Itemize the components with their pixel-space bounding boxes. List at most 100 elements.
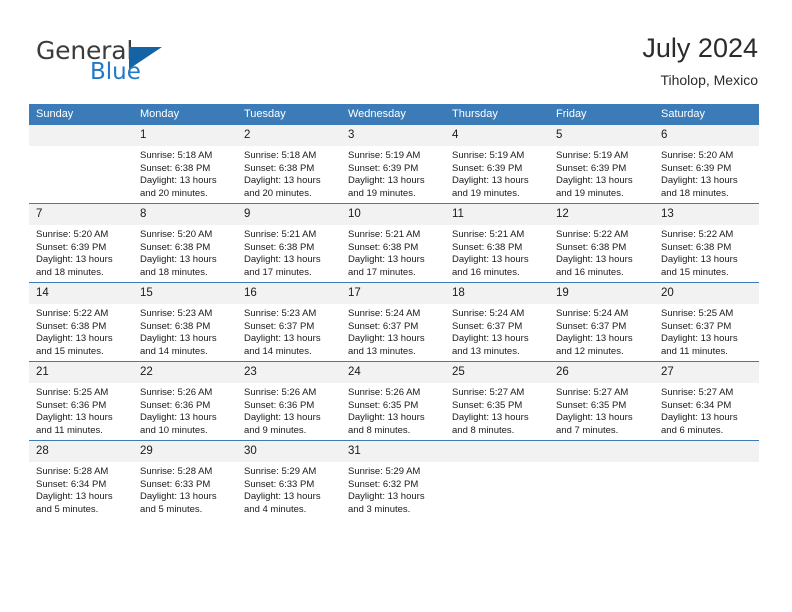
calendar-day-cell[interactable]: 2 Sunrise: 5:18 AM Sunset: 6:38 PM Daylight…	[237, 125, 341, 204]
day-detail-line: Sunset: 6:39 PM	[661, 162, 732, 174]
calendar-day-cell[interactable]: 6 Sunrise: 5:20 AM Sunset: 6:39 PM Daylight…	[654, 125, 759, 204]
day-details: Sunrise: 5:24 AM Sunset: 6:37 PM Daylight:…	[549, 304, 654, 358]
calendar-day-cell[interactable]: 7 Sunrise: 5:20 AM Sunset: 6:39 PM Daylight…	[29, 203, 133, 283]
day-details: Sunrise: 5:26 AM Sunset: 6:36 PM Daylight:…	[133, 383, 237, 437]
calendar-day-cell[interactable]: 17 Sunrise: 5:24 AM Sunset: 6:37 PM Dayligh…	[341, 282, 445, 362]
day-detail-line: and 13 minutes.	[348, 345, 416, 357]
day-number: 9	[237, 204, 341, 225]
calendar-day-cell[interactable]: 13 Sunrise: 5:22 AM Sunset: 6:38 PM Dayligh…	[654, 203, 759, 283]
calendar-day-cell[interactable]: 20 Sunrise: 5:25 AM Sunset: 6:37 PM Dayligh…	[654, 282, 759, 362]
day-number	[654, 441, 759, 462]
calendar-day-cell[interactable]: 19 Sunrise: 5:24 AM Sunset: 6:37 PM Dayligh…	[549, 282, 654, 362]
day-number: 7	[29, 204, 133, 225]
day-details: Sunrise: 5:25 AM Sunset: 6:37 PM Daylight:…	[654, 304, 759, 358]
day-number: 14	[29, 283, 133, 304]
day-detail-line: Sunrise: 5:28 AM	[36, 466, 109, 477]
calendar-day-cell[interactable]: 12 Sunrise: 5:22 AM Sunset: 6:38 PM Dayligh…	[549, 203, 654, 283]
day-detail-line: and 8 minutes.	[348, 424, 411, 436]
calendar-day-cell[interactable]: 24 Sunrise: 5:26 AM Sunset: 6:35 PM Dayligh…	[341, 361, 445, 441]
day-detail-line: Sunrise: 5:25 AM	[661, 308, 734, 319]
day-detail-line: and 16 minutes.	[556, 266, 624, 278]
day-details: Sunrise: 5:21 AM Sunset: 6:38 PM Daylight:…	[445, 225, 549, 279]
calendar-day-cell[interactable]: 30 Sunrise: 5:29 AM Sunset: 6:33 PM Dayligh…	[237, 440, 341, 519]
day-detail-line: Sunrise: 5:23 AM	[244, 308, 317, 319]
day-detail-line: Sunrise: 5:24 AM	[452, 308, 525, 319]
calendar-day-cell[interactable]: 5 Sunrise: 5:19 AM Sunset: 6:39 PM Daylight…	[549, 125, 654, 204]
day-details: Sunrise: 5:27 AM Sunset: 6:35 PM Daylight:…	[549, 383, 654, 437]
day-detail-line: Sunset: 6:32 PM	[348, 478, 419, 490]
day-detail-line: Sunset: 6:38 PM	[140, 320, 211, 332]
day-detail-line: Sunset: 6:39 PM	[348, 162, 419, 174]
calendar-day-cell[interactable]: 11 Sunrise: 5:21 AM Sunset: 6:38 PM Dayligh…	[445, 203, 549, 283]
logo-text-blue: Blue	[90, 59, 141, 85]
day-details: Sunrise: 5:26 AM Sunset: 6:36 PM Daylight:…	[237, 383, 341, 437]
day-detail-line: Sunrise: 5:26 AM	[140, 387, 213, 398]
calendar-day-cell[interactable]: 9 Sunrise: 5:21 AM Sunset: 6:38 PM Daylight…	[237, 203, 341, 283]
day-number: 19	[549, 283, 654, 304]
day-detail-line: and 20 minutes.	[140, 187, 208, 199]
day-detail-line: Daylight: 13 hours	[244, 333, 321, 345]
day-detail-line: Daylight: 13 hours	[348, 491, 425, 503]
calendar-day-cell[interactable]: 22 Sunrise: 5:26 AM Sunset: 6:36 PM Dayligh…	[133, 361, 237, 441]
day-detail-line: Daylight: 13 hours	[556, 333, 633, 345]
day-detail-line: Daylight: 13 hours	[140, 254, 217, 266]
day-number: 16	[237, 283, 341, 304]
day-details: Sunrise: 5:18 AM Sunset: 6:38 PM Daylight:…	[237, 146, 341, 200]
day-details: Sunrise: 5:23 AM Sunset: 6:38 PM Daylight:…	[133, 304, 237, 358]
calendar-day-cell[interactable]: 4 Sunrise: 5:19 AM Sunset: 6:39 PM Daylight…	[445, 125, 549, 204]
calendar-day-cell[interactable]: 18 Sunrise: 5:24 AM Sunset: 6:37 PM Dayligh…	[445, 282, 549, 362]
day-detail-line: Sunset: 6:36 PM	[244, 399, 315, 411]
day-detail-line: Daylight: 13 hours	[348, 254, 425, 266]
day-detail-line: Daylight: 13 hours	[452, 412, 529, 424]
calendar-day-cell[interactable]: 29 Sunrise: 5:28 AM Sunset: 6:33 PM Dayligh…	[133, 440, 237, 519]
calendar-day-cell[interactable]: 16 Sunrise: 5:23 AM Sunset: 6:37 PM Dayligh…	[237, 282, 341, 362]
day-details: Sunrise: 5:24 AM Sunset: 6:37 PM Daylight:…	[445, 304, 549, 358]
calendar-day-cell[interactable]: 8 Sunrise: 5:20 AM Sunset: 6:38 PM Daylight…	[133, 203, 237, 283]
day-number: 20	[654, 283, 759, 304]
day-detail-line: Sunset: 6:36 PM	[36, 399, 107, 411]
calendar-day-cell[interactable]: 25 Sunrise: 5:27 AM Sunset: 6:35 PM Dayligh…	[445, 361, 549, 441]
day-number	[29, 125, 133, 146]
calendar-week-row: 14 Sunrise: 5:22 AM Sunset: 6:38 PM Dayligh…	[29, 282, 759, 362]
day-detail-line: Daylight: 13 hours	[244, 412, 321, 424]
weekday-header-friday: Friday	[549, 104, 654, 125]
day-details: Sunrise: 5:19 AM Sunset: 6:39 PM Daylight:…	[549, 146, 654, 200]
calendar-day-cell[interactable]: 10 Sunrise: 5:21 AM Sunset: 6:38 PM Dayligh…	[341, 203, 445, 283]
day-details: Sunrise: 5:27 AM Sunset: 6:35 PM Daylight:…	[445, 383, 549, 437]
day-number: 26	[549, 362, 654, 383]
day-number: 25	[445, 362, 549, 383]
calendar-day-cell[interactable]: 26 Sunrise: 5:27 AM Sunset: 6:35 PM Dayligh…	[549, 361, 654, 441]
day-detail-line: and 5 minutes.	[36, 503, 99, 515]
day-detail-line: Sunrise: 5:26 AM	[348, 387, 421, 398]
weekday-header-wednesday: Wednesday	[341, 104, 445, 125]
calendar-day-cell[interactable]: 27 Sunrise: 5:27 AM Sunset: 6:34 PM Dayligh…	[654, 361, 759, 441]
day-detail-line: Daylight: 13 hours	[140, 175, 217, 187]
day-detail-line: Sunset: 6:38 PM	[244, 162, 315, 174]
calendar-day-cell[interactable]: 31 Sunrise: 5:29 AM Sunset: 6:32 PM Dayligh…	[341, 440, 445, 519]
day-detail-line: Sunrise: 5:19 AM	[556, 150, 629, 161]
day-detail-line: Sunrise: 5:19 AM	[348, 150, 421, 161]
day-detail-line: Daylight: 13 hours	[348, 175, 425, 187]
weekday-header-tuesday: Tuesday	[237, 104, 341, 125]
day-detail-line: Sunrise: 5:20 AM	[661, 150, 734, 161]
calendar-week-row: 28 Sunrise: 5:28 AM Sunset: 6:34 PM Dayligh…	[29, 440, 759, 519]
day-detail-line: Sunrise: 5:26 AM	[244, 387, 317, 398]
page-title: July 2024	[642, 33, 758, 63]
day-detail-line: Daylight: 13 hours	[556, 254, 633, 266]
day-detail-line: Sunset: 6:37 PM	[452, 320, 523, 332]
day-details: Sunrise: 5:21 AM Sunset: 6:38 PM Daylight:…	[341, 225, 445, 279]
calendar-day-cell[interactable]: 14 Sunrise: 5:22 AM Sunset: 6:38 PM Dayligh…	[29, 282, 133, 362]
calendar-day-cell[interactable]: 3 Sunrise: 5:19 AM Sunset: 6:39 PM Daylight…	[341, 125, 445, 204]
calendar-day-cell[interactable]: 1 Sunrise: 5:18 AM Sunset: 6:38 PM Daylight…	[133, 125, 237, 204]
title-block: July 2024 Tiholop, Mexico	[642, 32, 758, 88]
day-detail-line: Sunrise: 5:19 AM	[452, 150, 525, 161]
calendar-day-cell[interactable]: 15 Sunrise: 5:23 AM Sunset: 6:38 PM Dayligh…	[133, 282, 237, 362]
day-detail-line: and 8 minutes.	[452, 424, 515, 436]
calendar-day-cell[interactable]: 21 Sunrise: 5:25 AM Sunset: 6:36 PM Dayligh…	[29, 361, 133, 441]
day-details: Sunrise: 5:28 AM Sunset: 6:33 PM Daylight:…	[133, 462, 237, 516]
day-detail-line: Sunset: 6:33 PM	[244, 478, 315, 490]
day-details: Sunrise: 5:29 AM Sunset: 6:32 PM Daylight:…	[341, 462, 445, 516]
calendar-day-cell[interactable]: 23 Sunrise: 5:26 AM Sunset: 6:36 PM Dayligh…	[237, 361, 341, 441]
calendar-week-row: 1 Sunrise: 5:18 AM Sunset: 6:38 PM Daylight…	[29, 125, 759, 204]
calendar-day-cell[interactable]: 28 Sunrise: 5:28 AM Sunset: 6:34 PM Dayligh…	[29, 440, 133, 519]
